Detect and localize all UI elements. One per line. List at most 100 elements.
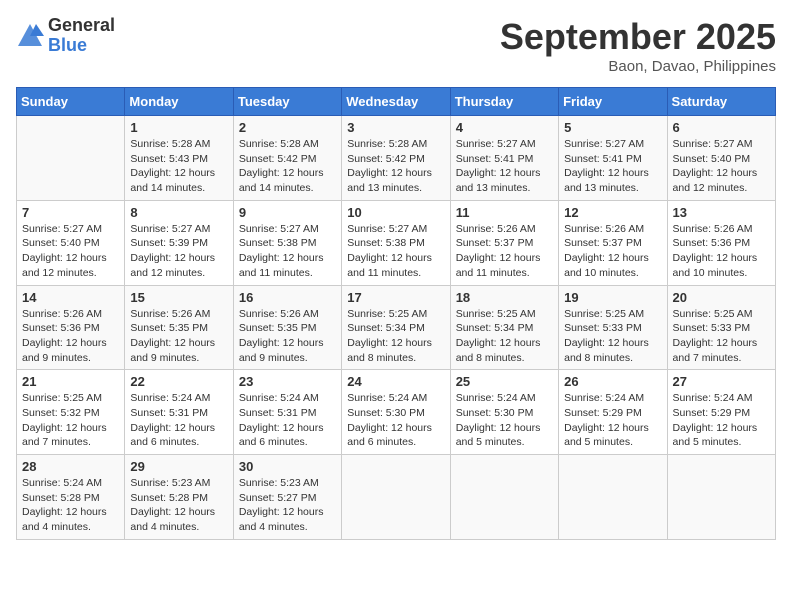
day-number: 14 bbox=[22, 290, 119, 305]
day-number: 4 bbox=[456, 120, 553, 135]
weekday-header-thursday: Thursday bbox=[450, 88, 558, 116]
calendar-cell: 27 Sunrise: 5:24 AM Sunset: 5:29 PM Dayli… bbox=[667, 370, 775, 455]
logo: General Blue bbox=[16, 16, 115, 56]
calendar-cell: 8 Sunrise: 5:27 AM Sunset: 5:39 PM Daylig… bbox=[125, 200, 233, 285]
day-number: 16 bbox=[239, 290, 336, 305]
weekday-header-friday: Friday bbox=[559, 88, 667, 116]
calendar-cell: 5 Sunrise: 5:27 AM Sunset: 5:41 PM Daylig… bbox=[559, 116, 667, 201]
title-block: September 2025 Baon, Davao, Philippines bbox=[500, 16, 776, 75]
calendar-cell: 26 Sunrise: 5:24 AM Sunset: 5:29 PM Dayli… bbox=[559, 370, 667, 455]
day-number: 26 bbox=[564, 374, 661, 389]
day-number: 5 bbox=[564, 120, 661, 135]
day-info: Sunrise: 5:27 AM Sunset: 5:41 PM Dayligh… bbox=[456, 137, 553, 196]
day-info: Sunrise: 5:25 AM Sunset: 5:33 PM Dayligh… bbox=[673, 307, 770, 366]
calendar-cell bbox=[17, 116, 125, 201]
day-number: 27 bbox=[673, 374, 770, 389]
calendar-cell: 2 Sunrise: 5:28 AM Sunset: 5:42 PM Daylig… bbox=[233, 116, 341, 201]
weekday-header-tuesday: Tuesday bbox=[233, 88, 341, 116]
weekday-row: SundayMondayTuesdayWednesdayThursdayFrid… bbox=[17, 88, 776, 116]
day-info: Sunrise: 5:26 AM Sunset: 5:35 PM Dayligh… bbox=[239, 307, 336, 366]
calendar-cell: 16 Sunrise: 5:26 AM Sunset: 5:35 PM Dayli… bbox=[233, 285, 341, 370]
calendar-cell: 9Sunrise: 5:27 AM Sunset: 5:38 PM Daylig… bbox=[233, 200, 341, 285]
calendar-cell: 28 Sunrise: 5:24 AM Sunset: 5:28 PM Dayli… bbox=[17, 455, 125, 540]
calendar-cell: 7 Sunrise: 5:27 AM Sunset: 5:40 PM Daylig… bbox=[17, 200, 125, 285]
weekday-header-sunday: Sunday bbox=[17, 88, 125, 116]
day-number: 2 bbox=[239, 120, 336, 135]
day-info: Sunrise: 5:26 AM Sunset: 5:36 PM Dayligh… bbox=[22, 307, 119, 366]
calendar-cell: 17 Sunrise: 5:25 AM Sunset: 5:34 PM Dayli… bbox=[342, 285, 450, 370]
day-number: 18 bbox=[456, 290, 553, 305]
weekday-header-monday: Monday bbox=[125, 88, 233, 116]
day-number: 17 bbox=[347, 290, 444, 305]
logo-text: General Blue bbox=[48, 16, 115, 56]
page-header: General Blue September 2025 Baon, Davao,… bbox=[16, 16, 776, 75]
day-number: 30 bbox=[239, 459, 336, 474]
calendar-week-4: 21Sunrise: 5:25 AM Sunset: 5:32 PM Dayli… bbox=[17, 370, 776, 455]
logo-blue: Blue bbox=[48, 35, 87, 55]
day-info: Sunrise: 5:27 AM Sunset: 5:40 PM Dayligh… bbox=[673, 137, 770, 196]
month-title: September 2025 bbox=[500, 16, 776, 58]
day-number: 21 bbox=[22, 374, 119, 389]
logo-general: General bbox=[48, 15, 115, 35]
day-info: Sunrise: 5:26 AM Sunset: 5:37 PM Dayligh… bbox=[564, 222, 661, 281]
location: Baon, Davao, Philippines bbox=[500, 58, 776, 75]
day-number: 15 bbox=[130, 290, 227, 305]
day-info: Sunrise: 5:24 AM Sunset: 5:28 PM Dayligh… bbox=[22, 476, 119, 535]
day-number: 3 bbox=[347, 120, 444, 135]
calendar-table: SundayMondayTuesdayWednesdayThursdayFrid… bbox=[16, 87, 776, 540]
day-info: Sunrise: 5:25 AM Sunset: 5:34 PM Dayligh… bbox=[347, 307, 444, 366]
calendar-cell bbox=[667, 455, 775, 540]
calendar-cell: 14 Sunrise: 5:26 AM Sunset: 5:36 PM Dayli… bbox=[17, 285, 125, 370]
day-info: Sunrise: 5:28 AM Sunset: 5:43 PM Dayligh… bbox=[130, 137, 227, 196]
day-info: Sunrise: 5:27 AM Sunset: 5:40 PM Dayligh… bbox=[22, 222, 119, 281]
day-number: 29 bbox=[130, 459, 227, 474]
day-number: 1 bbox=[130, 120, 227, 135]
day-number: 7 bbox=[22, 205, 119, 220]
day-number: 13 bbox=[673, 205, 770, 220]
calendar-week-2: 7 Sunrise: 5:27 AM Sunset: 5:40 PM Daylig… bbox=[17, 200, 776, 285]
day-info: Sunrise: 5:27 AM Sunset: 5:38 PM Dayligh… bbox=[347, 222, 444, 281]
calendar-cell: 6 Sunrise: 5:27 AM Sunset: 5:40 PM Daylig… bbox=[667, 116, 775, 201]
calendar-cell: 18Sunrise: 5:25 AM Sunset: 5:34 PM Dayli… bbox=[450, 285, 558, 370]
calendar-cell: 4 Sunrise: 5:27 AM Sunset: 5:41 PM Daylig… bbox=[450, 116, 558, 201]
calendar-cell: 21Sunrise: 5:25 AM Sunset: 5:32 PM Dayli… bbox=[17, 370, 125, 455]
calendar-cell: 23Sunrise: 5:24 AM Sunset: 5:31 PM Dayli… bbox=[233, 370, 341, 455]
day-number: 22 bbox=[130, 374, 227, 389]
day-info: Sunrise: 5:24 AM Sunset: 5:29 PM Dayligh… bbox=[673, 391, 770, 450]
day-number: 20 bbox=[673, 290, 770, 305]
logo-icon bbox=[16, 22, 44, 50]
day-number: 10 bbox=[347, 205, 444, 220]
day-info: Sunrise: 5:25 AM Sunset: 5:33 PM Dayligh… bbox=[564, 307, 661, 366]
calendar-cell: 11Sunrise: 5:26 AM Sunset: 5:37 PM Dayli… bbox=[450, 200, 558, 285]
day-info: Sunrise: 5:27 AM Sunset: 5:41 PM Dayligh… bbox=[564, 137, 661, 196]
calendar-cell: 15 Sunrise: 5:26 AM Sunset: 5:35 PM Dayli… bbox=[125, 285, 233, 370]
calendar-week-3: 14 Sunrise: 5:26 AM Sunset: 5:36 PM Dayli… bbox=[17, 285, 776, 370]
day-info: Sunrise: 5:24 AM Sunset: 5:30 PM Dayligh… bbox=[347, 391, 444, 450]
calendar-body: 1 Sunrise: 5:28 AM Sunset: 5:43 PM Daylig… bbox=[17, 116, 776, 540]
calendar-cell: 19 Sunrise: 5:25 AM Sunset: 5:33 PM Dayli… bbox=[559, 285, 667, 370]
day-info: Sunrise: 5:24 AM Sunset: 5:29 PM Dayligh… bbox=[564, 391, 661, 450]
calendar-cell: 1 Sunrise: 5:28 AM Sunset: 5:43 PM Daylig… bbox=[125, 116, 233, 201]
day-number: 9 bbox=[239, 205, 336, 220]
day-info: Sunrise: 5:24 AM Sunset: 5:30 PM Dayligh… bbox=[456, 391, 553, 450]
calendar-cell: 24 Sunrise: 5:24 AM Sunset: 5:30 PM Dayli… bbox=[342, 370, 450, 455]
calendar-cell: 30 Sunrise: 5:23 AM Sunset: 5:27 PM Dayli… bbox=[233, 455, 341, 540]
calendar-cell bbox=[559, 455, 667, 540]
day-number: 11 bbox=[456, 205, 553, 220]
day-number: 6 bbox=[673, 120, 770, 135]
day-number: 24 bbox=[347, 374, 444, 389]
day-number: 19 bbox=[564, 290, 661, 305]
day-number: 28 bbox=[22, 459, 119, 474]
day-info: Sunrise: 5:27 AM Sunset: 5:39 PM Dayligh… bbox=[130, 222, 227, 281]
calendar-cell bbox=[342, 455, 450, 540]
day-info: Sunrise: 5:23 AM Sunset: 5:27 PM Dayligh… bbox=[239, 476, 336, 535]
calendar-cell: 20 Sunrise: 5:25 AM Sunset: 5:33 PM Dayli… bbox=[667, 285, 775, 370]
calendar-header: SundayMondayTuesdayWednesdayThursdayFrid… bbox=[17, 88, 776, 116]
calendar-cell bbox=[450, 455, 558, 540]
day-info: Sunrise: 5:23 AM Sunset: 5:28 PM Dayligh… bbox=[130, 476, 227, 535]
day-info: Sunrise: 5:26 AM Sunset: 5:35 PM Dayligh… bbox=[130, 307, 227, 366]
day-info: Sunrise: 5:28 AM Sunset: 5:42 PM Dayligh… bbox=[239, 137, 336, 196]
day-info: Sunrise: 5:26 AM Sunset: 5:36 PM Dayligh… bbox=[673, 222, 770, 281]
day-number: 8 bbox=[130, 205, 227, 220]
weekday-header-saturday: Saturday bbox=[667, 88, 775, 116]
